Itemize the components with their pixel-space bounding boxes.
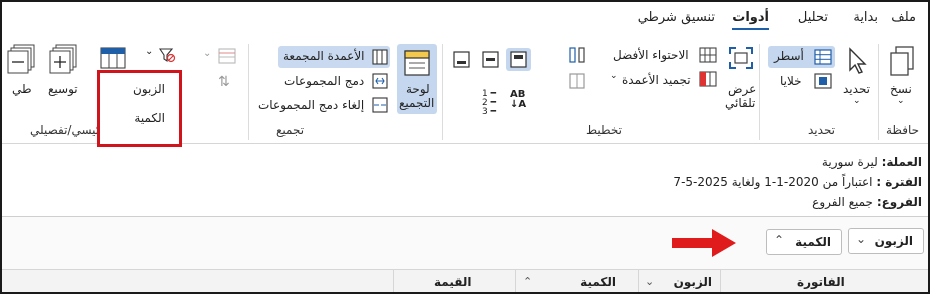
copy-button[interactable]: نسخ (890, 82, 912, 96)
app-window: ملف بداية تحليل أدوات تنسيق شرطي نسخ ⌄ ح… (0, 0, 930, 294)
auto-view-icon (729, 47, 753, 69)
branches-key: الفروع: (876, 195, 922, 209)
unmerge-groups-icon (372, 97, 388, 113)
group-panel-icon (404, 50, 430, 76)
period-line: الفترة : اعتباراً من 2020-1-1 ولغاية 202… (673, 175, 922, 189)
expand-button[interactable]: توسيع (48, 82, 78, 96)
expand-icon (49, 44, 77, 74)
chevron-down-icon: ⌄ (856, 232, 867, 246)
layout-group-label: تخطيط (586, 123, 622, 137)
align-left-icon[interactable] (453, 51, 470, 68)
column-header-label: الزبون (673, 275, 712, 289)
summary-table-icon (218, 48, 236, 64)
grouping-group-label: تجميع (276, 123, 305, 137)
group-chip-label: الزبون (874, 234, 913, 248)
cells-icon (814, 73, 832, 89)
column-header-label: الكمية (580, 275, 616, 289)
columns-table-icon (100, 47, 126, 69)
grouping-dropdown-menu: الزبون الكمية (97, 70, 182, 147)
group-panel-label: لوحة (406, 82, 430, 96)
chevron-down-icon: ⌄ (897, 96, 905, 106)
auto-view-button-line2: تلقائي (725, 96, 756, 110)
cells-button[interactable]: خلايا (780, 74, 802, 88)
align-columns-icon (569, 47, 585, 63)
grouped-columns-icon (372, 49, 388, 65)
period-value: اعتباراً من 2020-1-1 ولغاية 2025-5-7 (673, 175, 873, 189)
dropdown-item-customer[interactable]: الزبون (133, 82, 165, 96)
cursor-arrow-icon (849, 47, 867, 74)
rows-icon (814, 49, 832, 65)
currency-line: العملة: ليرة سورية (822, 155, 922, 169)
separator (878, 44, 879, 140)
period-key: الفترة : (876, 175, 922, 189)
select-button[interactable]: تحديد (843, 82, 870, 96)
branches-line: الفروع: جميع الفروع (812, 195, 922, 209)
chevron-down-icon: ⌄ (853, 96, 861, 106)
grouped-columns-label: الأعمدة المجمعة (283, 49, 365, 63)
separator (759, 44, 760, 140)
column-header-quantity[interactable]: الكمية ⌃ (515, 270, 638, 292)
group-chip-quantity[interactable]: الكمية ⌃ (766, 229, 842, 255)
collapse-button[interactable]: طي (12, 82, 32, 96)
align-center-icon[interactable] (482, 51, 499, 68)
separator (248, 44, 249, 140)
currency-key: العملة: (881, 155, 922, 169)
tab-conditional-format[interactable]: تنسيق شرطي (638, 10, 715, 25)
group-chip-label: الكمية (795, 235, 831, 249)
chevron-up-icon: ⌃ (774, 233, 785, 247)
clipboard-group-label: حافظة (886, 123, 920, 137)
dropdown-item-quantity[interactable]: الكمية (134, 111, 165, 125)
merge-groups-button[interactable]: دمج المجموعات (284, 74, 364, 88)
selection-group-label: تحديد (808, 123, 836, 137)
chevron-down-icon: ⌄ (645, 275, 655, 288)
merge-groups-icon (372, 73, 388, 89)
tab-analysis[interactable]: تحليل (798, 10, 828, 25)
column-header-value[interactable]: القيمة (393, 270, 515, 292)
red-arrow-icon (672, 229, 736, 257)
tab-home[interactable]: بداية (853, 10, 878, 25)
group-by-panel: الزبون ⌄ الكمية ⌃ (2, 217, 928, 269)
tab-tools[interactable]: أدوات (732, 10, 769, 30)
freeze-columns-button[interactable]: تجميد الأعمدة (622, 73, 691, 87)
ribbon: نسخ ⌄ حافظة تحديد ⌄ أسطر خلايا تحديد عرض… (2, 38, 928, 147)
menu-bar: ملف بداية تحليل أدوات تنسيق شرطي (2, 2, 928, 38)
collapse-icon (7, 44, 35, 74)
tab-file[interactable]: ملف (891, 10, 916, 25)
freeze-columns-icon (699, 71, 717, 87)
copy-icon (890, 46, 914, 76)
best-fit-button[interactable]: الاحتواء الأفضل (613, 48, 689, 62)
separator (442, 44, 443, 140)
format-columns-icon (569, 73, 585, 89)
currency-value: ليرة سورية (821, 155, 878, 169)
column-header-invoice[interactable]: الفاتورة (720, 270, 928, 292)
clear-filter-icon (158, 48, 176, 63)
chevron-down-icon: ⌄ (203, 48, 212, 59)
unmerge-groups-button[interactable]: إلغاء دمج المجموعات (258, 98, 364, 112)
grid-header: الفاتورة الزبون ⌄ الكمية ⌃ القيمة (2, 269, 928, 292)
rows-label: أسطر (774, 49, 804, 63)
align-right-icon (510, 51, 527, 68)
branches-value: جميع الفروع (812, 195, 873, 209)
group-chip-customer[interactable]: الزبون ⌄ (848, 228, 924, 254)
chevron-down-icon: ⌄ (610, 71, 618, 81)
summary-group-label: رئيسي/تفصيلي (30, 123, 105, 137)
group-panel-label-line2: التجميع (399, 96, 435, 110)
column-header-label: القيمة (434, 275, 472, 289)
column-header-customer[interactable]: الزبون ⌄ (638, 270, 720, 292)
numbering-icon[interactable]: 1 ━ 2 ━ 3 ━ (482, 90, 496, 117)
column-header-label: الفاتورة (797, 275, 845, 289)
best-fit-icon (699, 47, 717, 63)
auto-view-button[interactable]: عرض (728, 82, 756, 96)
sort-sum-icon: ⇅ (218, 74, 230, 90)
chevron-up-icon: ⌃ (523, 275, 533, 288)
text-direction-icon[interactable]: AB ↓A (510, 90, 526, 110)
chevron-down-icon: ⌄ (145, 46, 154, 57)
